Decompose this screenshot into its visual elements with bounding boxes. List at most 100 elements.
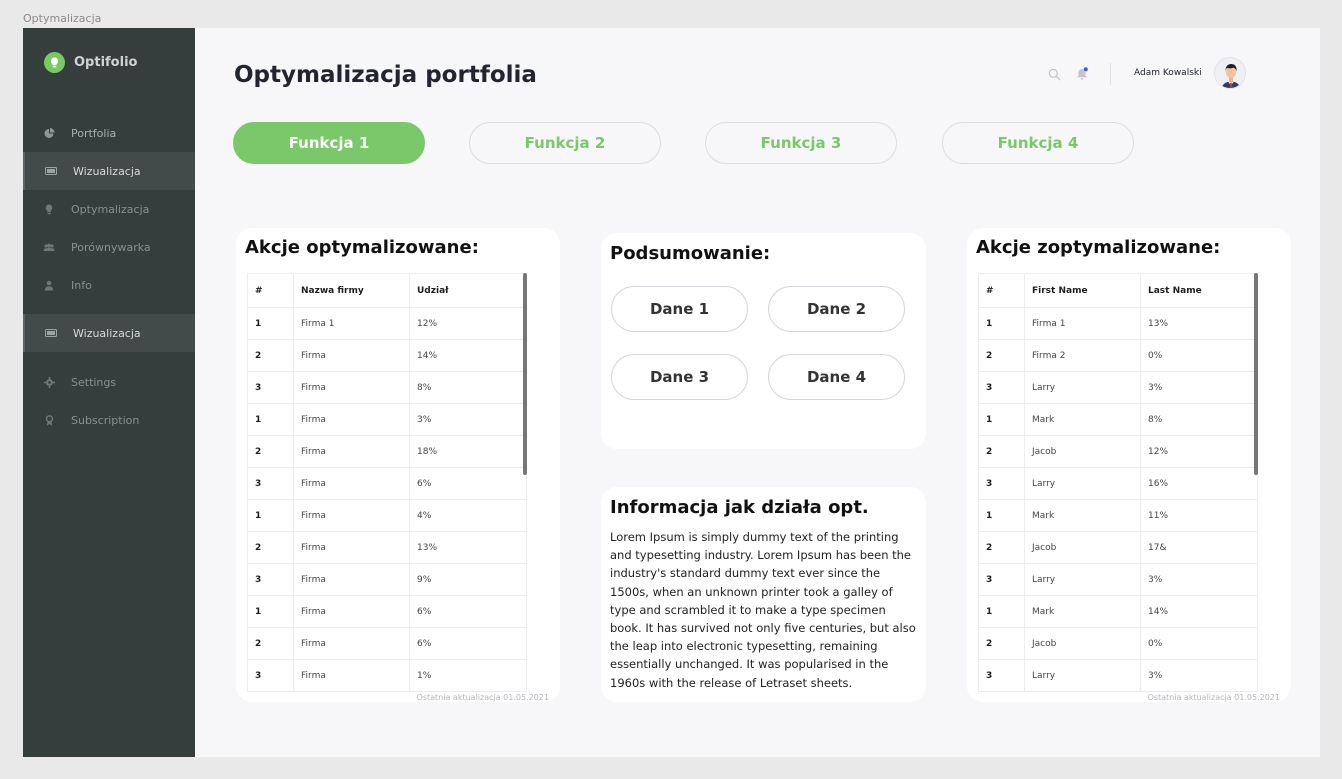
table-cell: 2 [247, 339, 294, 372]
table-row[interactable]: 3 Firma 1% [247, 659, 527, 692]
table-cell: 3 [978, 371, 1025, 404]
tab-funkcja-3[interactable]: Funkcja 3 [705, 122, 897, 164]
table-cell: Mark [1024, 499, 1141, 532]
table-row[interactable]: 1 Firma 1 13% [978, 307, 1258, 340]
table-row[interactable]: 2 Jacob 0% [978, 627, 1258, 660]
last-update-note: Ostatnia aktualizacja 01.05.2021 [1147, 693, 1280, 702]
column-header: Last Name [1140, 273, 1258, 308]
table-row[interactable]: 1 Firma 1 12% [247, 307, 527, 340]
table-cell: Firma [293, 435, 410, 468]
sidebar-item-label: Optymalizacja [71, 202, 150, 216]
table-row[interactable]: 3 Firma 6% [247, 467, 527, 500]
avatar[interactable] [1214, 57, 1246, 89]
column-header: First Name [1024, 273, 1141, 308]
table-row[interactable]: 1 Firma 4% [247, 499, 527, 532]
table-cell: 0% [1140, 339, 1258, 372]
sidebar: Optifolio Portfolia Wizualizacja Optymal… [23, 28, 195, 757]
sidebar-item-optymalizacja[interactable]: Optymalizacja [23, 190, 195, 228]
sidebar-item-label: Wizualizacja [73, 326, 141, 340]
table-row[interactable]: 3 Firma 8% [247, 371, 527, 404]
table-scrollbar[interactable] [523, 273, 527, 475]
table-row[interactable]: 3 Larry 3% [978, 371, 1258, 404]
table-row[interactable]: 2 Jacob 17& [978, 531, 1258, 564]
table-cell: 3 [247, 371, 294, 404]
table-header-row: # Nazwa firmy Udział [247, 273, 527, 308]
tab-funkcja-4[interactable]: Funkcja 4 [942, 122, 1134, 164]
table-row[interactable]: 3 Larry 16% [978, 467, 1258, 500]
dane-4-button[interactable]: Dane 4 [768, 354, 905, 400]
dane-2-button[interactable]: Dane 2 [768, 286, 905, 332]
users-icon [43, 241, 55, 253]
table-cell: 3 [978, 563, 1025, 596]
table-row[interactable]: 2 Firma 2 0% [978, 339, 1258, 372]
brand[interactable]: Optifolio [44, 52, 137, 73]
table-cell: Firma [293, 499, 410, 532]
card-title: Informacja jak działa opt. [610, 497, 869, 518]
monitor-icon [45, 165, 57, 177]
sidebar-item-label: Porównywarka [71, 240, 151, 254]
sidebar-item-portfolia[interactable]: Portfolia [23, 114, 195, 152]
table-row[interactable]: 3 Firma 9% [247, 563, 527, 596]
card-title: Akcje optymalizowane: [245, 237, 479, 258]
table-cell: 4% [409, 499, 527, 532]
table-cell: 14% [409, 339, 527, 372]
table-cell: 3 [978, 659, 1025, 692]
table-cell: Mark [1024, 403, 1141, 436]
brand-name: Optifolio [74, 55, 138, 70]
table-cell: Larry [1024, 563, 1141, 596]
table-row[interactable]: 1 Mark 8% [978, 403, 1258, 436]
sidebar-item-subscription[interactable]: Subscription [23, 401, 195, 439]
table-cell: 3 [247, 659, 294, 692]
table-cell: 3 [247, 563, 294, 596]
table-row[interactable]: 1 Mark 11% [978, 499, 1258, 532]
table-cell: 2 [247, 627, 294, 660]
sidebar-item-label: Info [71, 278, 92, 292]
sidebar-item-info[interactable]: Info [23, 266, 195, 304]
dane-3-button[interactable]: Dane 3 [611, 354, 748, 400]
table-row[interactable]: 2 Firma 18% [247, 435, 527, 468]
table-row[interactable]: 1 Mark 14% [978, 595, 1258, 628]
sidebar-item-label: Subscription [71, 413, 140, 427]
table-scrollbar[interactable] [1254, 273, 1258, 475]
tab-funkcja-1[interactable]: Funkcja 1 [233, 122, 425, 164]
table-cell: 1 [247, 403, 294, 436]
table-cell: 6% [409, 467, 527, 500]
tab-funkcja-2[interactable]: Funkcja 2 [469, 122, 661, 164]
table-cell: 1 [978, 307, 1025, 340]
bell-icon[interactable] [1076, 66, 1090, 80]
table-cell: 2 [978, 531, 1025, 564]
table-cell: 11% [1140, 499, 1258, 532]
pie-chart-icon [43, 127, 55, 139]
sidebar-item-porownywarka[interactable]: Porównywarka [23, 228, 195, 266]
column-header: # [247, 273, 294, 308]
lightbulb-icon [43, 203, 55, 215]
sidebar-item-wizualizacja-2[interactable]: Wizualizacja [23, 314, 195, 352]
badge-icon [43, 414, 55, 426]
table-cell: 17& [1140, 531, 1258, 564]
table-cell: Jacob [1024, 531, 1141, 564]
search-icon[interactable] [1048, 66, 1062, 81]
table-cell: 3 [247, 467, 294, 500]
table-cell: 8% [409, 371, 527, 404]
user-name[interactable]: Adam Kowalski [1134, 68, 1202, 78]
column-header: Udział [409, 273, 527, 308]
table-row[interactable]: 2 Firma 13% [247, 531, 527, 564]
column-header: Nazwa firmy [293, 273, 410, 308]
sidebar-item-wizualizacja[interactable]: Wizualizacja [23, 152, 195, 190]
table-row[interactable]: 3 Larry 3% [978, 659, 1258, 692]
table-row[interactable]: 1 Firma 6% [247, 595, 527, 628]
sidebar-item-label: Settings [71, 375, 117, 389]
dane-1-button[interactable]: Dane 1 [611, 286, 748, 332]
header-divider [1110, 63, 1111, 85]
table-row[interactable]: 2 Jacob 12% [978, 435, 1258, 468]
table-row[interactable]: 3 Larry 3% [978, 563, 1258, 596]
sidebar-item-settings[interactable]: Settings [23, 363, 195, 401]
table-cell: Larry [1024, 659, 1141, 692]
table-row[interactable]: 2 Firma 6% [247, 627, 527, 660]
monitor-icon [45, 327, 57, 339]
table-row[interactable]: 1 Firma 3% [247, 403, 527, 436]
table-cell: 1 [978, 595, 1025, 628]
table-cell: 2 [978, 435, 1025, 468]
card-title: Podsumowanie: [610, 243, 771, 264]
table-row[interactable]: 2 Firma 14% [247, 339, 527, 372]
